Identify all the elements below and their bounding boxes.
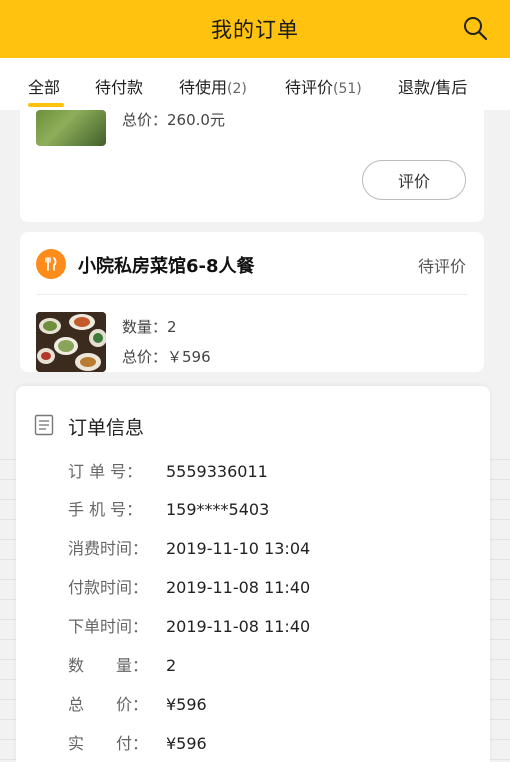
row-label: 下单时间：: [68, 617, 149, 636]
quantity-row: 数 量： 2: [68, 652, 176, 676]
app-header: 我的订单: [0, 0, 510, 58]
review-button[interactable]: 评价: [362, 160, 466, 200]
row-label: 付款时间：: [68, 578, 149, 597]
tab-label: 全部: [28, 78, 61, 97]
payment-time-row: 付款时间： 2019-11-08 11:40: [68, 574, 310, 598]
order-thumbnail: [36, 312, 106, 372]
page-title: 我的订单: [211, 18, 299, 42]
total-price-row: 总 价： ¥596: [68, 691, 207, 715]
order-quantity: 数量：2: [122, 318, 177, 336]
order-time-row: 下单时间： 2019-11-08 11:40: [68, 613, 310, 637]
phone-number: 159****5403: [166, 500, 270, 519]
divider: [36, 294, 468, 295]
tab-label: 退款/售后: [398, 78, 468, 97]
tab-pending-payment[interactable]: 待付款: [95, 74, 143, 98]
tab-all[interactable]: 全部: [28, 74, 60, 98]
tab-pending-review[interactable]: 待评价(51): [285, 74, 362, 98]
order-total: 总价：260.0元: [122, 111, 225, 129]
search-icon[interactable]: [462, 15, 488, 41]
order-thumbnail: [36, 110, 106, 146]
order-card[interactable]: 小院私房菜馆6-8人餐 待评价 数量：2 总价：￥596: [20, 232, 484, 372]
row-label: 消费时间：: [68, 539, 149, 558]
restaurant-icon: [36, 249, 66, 279]
consume-time: 2019-11-10 13:04: [166, 539, 311, 558]
active-tab-indicator: [28, 103, 64, 107]
document-icon: [34, 414, 54, 436]
quantity-value: 2: [166, 656, 177, 675]
row-label: 订 单 号：: [68, 462, 143, 481]
order-tabs: 全部 待付款 待使用(2) 待评价(51) 退款/售后: [0, 58, 510, 110]
tab-label: 待评价: [285, 78, 334, 97]
row-label: 实 付：: [68, 734, 149, 753]
consume-time-row: 消费时间： 2019-11-10 13:04: [68, 535, 310, 559]
tab-count: (51): [333, 81, 362, 97]
tab-label: 待使用: [179, 78, 228, 97]
payment-time: 2019-11-08 11:40: [166, 578, 311, 597]
tab-refund[interactable]: 退款/售后: [398, 74, 467, 98]
tab-label: 待付款: [95, 78, 144, 97]
paid-amount: ¥596: [166, 734, 207, 753]
tab-count: (2): [227, 81, 247, 97]
order-card[interactable]: 总价：260.0元 评价: [20, 104, 484, 222]
order-status: 待评价: [417, 257, 466, 276]
order-total: 总价：￥596: [122, 348, 211, 366]
paid-amount-row: 实 付： ¥596: [68, 730, 207, 754]
phone-row: 手 机 号： 159****5403: [68, 496, 269, 520]
row-label: 数 量：: [68, 656, 149, 675]
order-number: 5559336011: [166, 462, 268, 481]
order-info-title: 订单信息: [68, 417, 145, 439]
tab-pending-use[interactable]: 待使用(2): [179, 74, 247, 98]
row-label: 手 机 号：: [68, 500, 143, 519]
total-price: ¥596: [166, 695, 207, 714]
order-info-panel: 订单信息 订 单 号： 5559336011 手 机 号： 159****5403 …: [16, 386, 490, 762]
shop-name[interactable]: 小院私房菜馆6-8人餐: [78, 252, 255, 278]
order-number-row: 订 单 号： 5559336011: [68, 458, 268, 482]
order-time: 2019-11-08 11:40: [166, 617, 311, 636]
row-label: 总 价：: [68, 695, 149, 714]
